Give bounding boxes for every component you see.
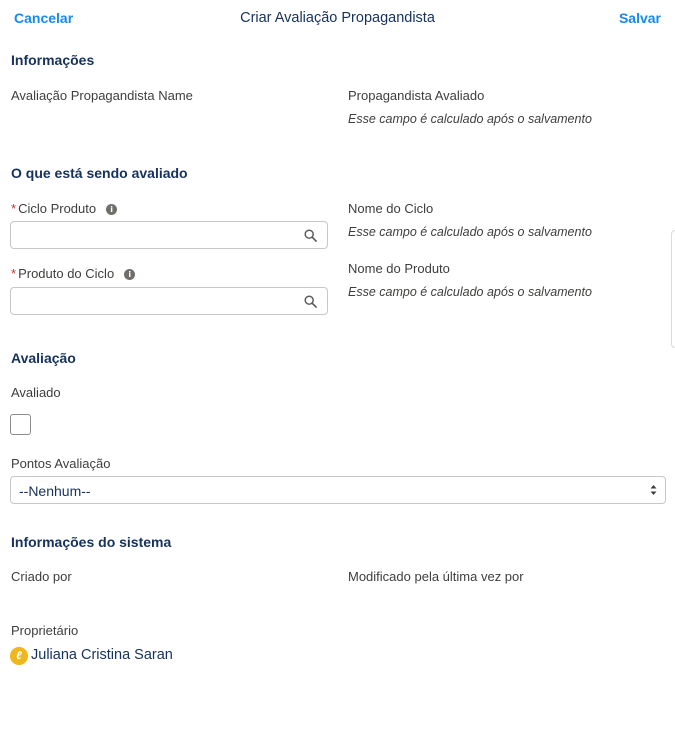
field-label-nome-ciclo: Nome do Ciclo [348,201,434,216]
ciclo-produto-lookup[interactable] [10,221,328,249]
field-label-pontos-avaliacao: Pontos Avaliação [11,456,111,471]
ciclo-produto-input[interactable] [11,222,291,248]
updown-arrows-icon [650,485,657,495]
page-title: Criar Avaliação Propagandista [240,10,435,26]
field-label-modificado-por: Modificado pela última vez por [348,569,524,584]
section-title-sistema: Informações do sistema [11,534,172,550]
user-avatar-icon: ℓ [10,647,28,665]
field-label-name: Avaliação Propagandista Name [11,88,193,103]
field-label-propagandista-avaliado: Propagandista Avaliado [348,88,485,103]
pontos-avaliacao-select[interactable]: --Nenhum-- [10,476,666,504]
field-label-ciclo-produto: Ciclo Produto [18,201,97,216]
search-icon[interactable] [304,229,317,242]
search-icon[interactable] [304,295,317,308]
produto-ciclo-lookup[interactable] [10,287,328,315]
section-title-avaliacao: Avaliação [11,350,76,366]
field-label-ciclo-produto-wrap: * Ciclo Produto i [11,201,118,216]
modal-header: Criar Avaliação Propagandista Cancelar S… [0,0,675,36]
required-indicator: * [11,266,17,281]
produto-ciclo-input[interactable] [11,288,291,314]
owner-name: Juliana Cristina Saran [31,647,173,663]
section-title-avaliado: O que está sendo avaliado [11,165,188,181]
field-label-nome-produto: Nome do Produto [348,261,450,276]
required-indicator: * [11,201,17,216]
save-button[interactable]: Salvar [619,10,661,26]
info-icon[interactable]: i [106,204,118,215]
select-value: --Nenhum-- [19,483,91,499]
info-icon[interactable]: i [124,269,136,280]
field-label-criado-por: Criado por [11,569,72,584]
calculated-note-propagandista: Esse campo é calculado após o salvamento [348,112,592,126]
field-label-proprietario: Proprietário [11,623,79,638]
field-label-avaliado: Avaliado [11,385,61,400]
cancel-button[interactable]: Cancelar [14,10,73,26]
calculated-note-nome-produto: Esse campo é calculado após o salvamento [348,285,592,299]
field-label-produto-ciclo-wrap: * Produto do Ciclo i [11,266,136,281]
avaliado-checkbox[interactable] [10,414,31,435]
field-label-produto-ciclo: Produto do Ciclo [18,266,115,281]
scrollbar[interactable] [671,230,675,348]
section-title-informacoes: Informações [11,52,95,68]
calculated-note-nome-ciclo: Esse campo é calculado após o salvamento [348,225,592,239]
